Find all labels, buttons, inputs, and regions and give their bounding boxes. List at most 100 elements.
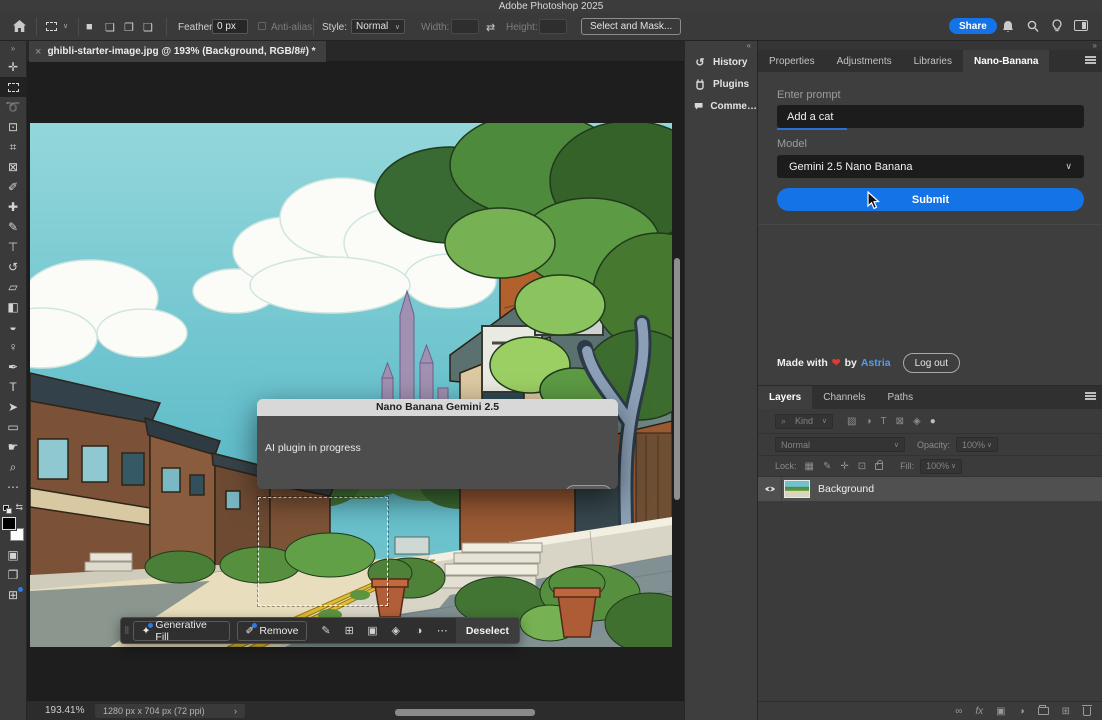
logout-button[interactable]: Log out [903,353,960,373]
tool-shape[interactable]: ▭ [0,417,27,437]
notifications-bell-icon[interactable] [1002,20,1014,36]
filter-adjustment-icon[interactable]: ◑ [865,416,871,427]
add-mask-icon[interactable]: ▣ [996,706,1005,717]
dock-item-history[interactable]: ↺ History [685,51,757,73]
tool-lasso[interactable]: ➰ [0,97,27,117]
horizontal-scrollbar[interactable] [395,709,535,716]
lock-artboard-icon[interactable]: ⊡ [858,461,866,472]
link-layers-icon[interactable]: ∞ [955,706,962,717]
new-group-icon[interactable] [1038,707,1049,715]
tool-path-selection[interactable]: ➤ [0,397,27,417]
subtract-from-selection-icon[interactable]: ❐ [124,21,134,34]
screen-mode-button[interactable]: ❐ [0,565,27,585]
toolbar-plugin-shortcut[interactable]: ⊞ [0,585,27,605]
tool-more[interactable]: ⋯ [0,477,27,497]
close-tab-icon[interactable]: × [35,46,41,58]
tool-zoom[interactable]: ⌕ [0,457,27,477]
layer-row-background[interactable]: Background [758,477,1102,501]
lock-position-icon[interactable]: ✛ [840,461,848,472]
intersect-selection-icon[interactable]: ❑ [143,21,153,34]
tool-crop[interactable]: ⌗ [0,137,27,157]
document-info-box[interactable]: 1280 px x 704 px (72 ppi) › [95,704,245,718]
tool-eyedropper[interactable]: ✐ [0,177,27,197]
new-adjustment-layer-icon[interactable]: ◑ [1019,706,1025,717]
tool-clone-stamp[interactable]: ⊤ [0,237,27,257]
tab-adjustments[interactable]: Adjustments [826,50,903,72]
new-layer-icon[interactable]: ⊞ [1062,706,1070,717]
tool-blur[interactable]: ◒ [0,317,27,337]
dock-collapse-icon[interactable]: « [685,41,757,51]
width-input[interactable] [451,19,479,34]
tool-eraser[interactable]: ▱ [0,277,27,297]
taskbar-drag-handle[interactable]: ⣿ [121,628,133,633]
foreground-color-swatch[interactable] [2,517,16,530]
model-select[interactable]: Gemini 2.5 Nano Banana ∨ [777,155,1084,178]
kind-filter-select[interactable]: ⌕ Kind ∨ [775,414,833,429]
selection-marquee[interactable] [258,497,388,606]
height-input[interactable] [539,19,567,34]
tool-gradient[interactable]: ◧ [0,297,27,317]
tool-preset-chevron-icon[interactable]: ∨ [63,22,68,30]
tool-spot-healing[interactable]: ✚ [0,197,27,217]
fill-value-box[interactable]: 100% ∨ [920,459,962,474]
tool-brush[interactable]: ✎ [0,217,27,237]
marquee-tool-preview[interactable] [46,22,57,34]
tool-dodge[interactable]: ♀ [0,337,27,357]
layer-visibility-toggle[interactable] [758,477,782,501]
color-swatches[interactable] [2,517,24,541]
dock-item-comments[interactable]: Comme… [685,95,757,117]
discover-lightbulb-icon[interactable] [1051,19,1063,36]
delete-layer-icon[interactable] [1083,707,1091,716]
opacity-value-box[interactable]: 100% ∨ [956,437,998,452]
cancel-button[interactable]: Cancel [565,485,612,489]
search-icon[interactable] [1027,20,1039,36]
anti-alias-checkbox[interactable] [258,22,266,30]
add-to-selection-icon[interactable]: ❏ [105,21,115,34]
filter-smart-object-icon[interactable]: ◈ [913,416,921,427]
new-selection-icon[interactable]: ■ [86,21,93,33]
generative-fill-button[interactable]: ✦ Generative Fill [133,621,230,641]
lock-transparency-icon[interactable]: ▦ [805,461,814,472]
taskbar-brush-icon[interactable]: ✎ [314,624,337,637]
lock-all-icon[interactable] [875,463,883,470]
lock-pixels-icon[interactable]: ✎ [823,461,831,472]
swap-colors-icon[interactable]: ⇆ [15,502,23,513]
tab-libraries[interactable]: Libraries [903,50,963,72]
astria-link[interactable]: Astria [861,357,891,369]
panels-expand-icon[interactable]: » [758,41,1102,50]
style-select[interactable]: Normal ∨ [351,19,405,34]
share-button[interactable]: Share [949,18,997,34]
taskbar-more-icon[interactable]: ⋯ [431,624,454,637]
filter-shape-icon[interactable]: ⊠ [896,416,904,427]
quick-mask-button[interactable]: ▣ [0,545,27,565]
tool-hand[interactable]: ☛ [0,437,27,457]
taskbar-mask-icon[interactable]: ▣ [361,624,384,637]
tab-layers[interactable]: Layers [758,386,812,409]
filter-toggle-icon[interactable]: ● [930,416,936,427]
submit-button[interactable]: Submit [777,188,1084,211]
tool-type[interactable]: T [0,377,27,397]
layer-style-fx-icon[interactable]: fx [975,706,983,717]
panel-menu-icon[interactable] [1085,56,1096,65]
remove-button[interactable]: ✐ Remove [237,621,308,641]
select-and-mask-button[interactable]: Select and Mask... [581,18,681,35]
feather-input[interactable] [212,19,248,34]
taskbar-contrast-icon[interactable]: ◑ [407,625,430,637]
layer-thumbnail[interactable] [784,480,810,498]
tab-nano-banana[interactable]: Nano-Banana [963,50,1049,72]
default-colors-control[interactable]: ⇆ [3,503,23,513]
tool-move[interactable]: ✛ [0,57,27,77]
tab-channels[interactable]: Channels [812,386,876,409]
swap-dimensions-icon[interactable]: ⇄ [486,21,495,34]
taskbar-adjustment-icon[interactable]: ⊞ [338,624,361,637]
deselect-button[interactable]: Deselect [456,618,519,643]
toolbar-expand-icon[interactable]: » [11,41,15,57]
filter-type-icon[interactable]: T [881,416,887,427]
home-icon[interactable] [13,20,26,35]
tab-paths[interactable]: Paths [877,386,925,409]
tool-frame[interactable]: ⊠ [0,157,27,177]
tool-rectangular-marquee[interactable] [0,77,27,97]
taskbar-fill-icon[interactable]: ◈ [384,624,407,637]
tool-pen[interactable]: ✒ [0,357,27,377]
blend-mode-select[interactable]: Normal ∨ [775,437,905,452]
